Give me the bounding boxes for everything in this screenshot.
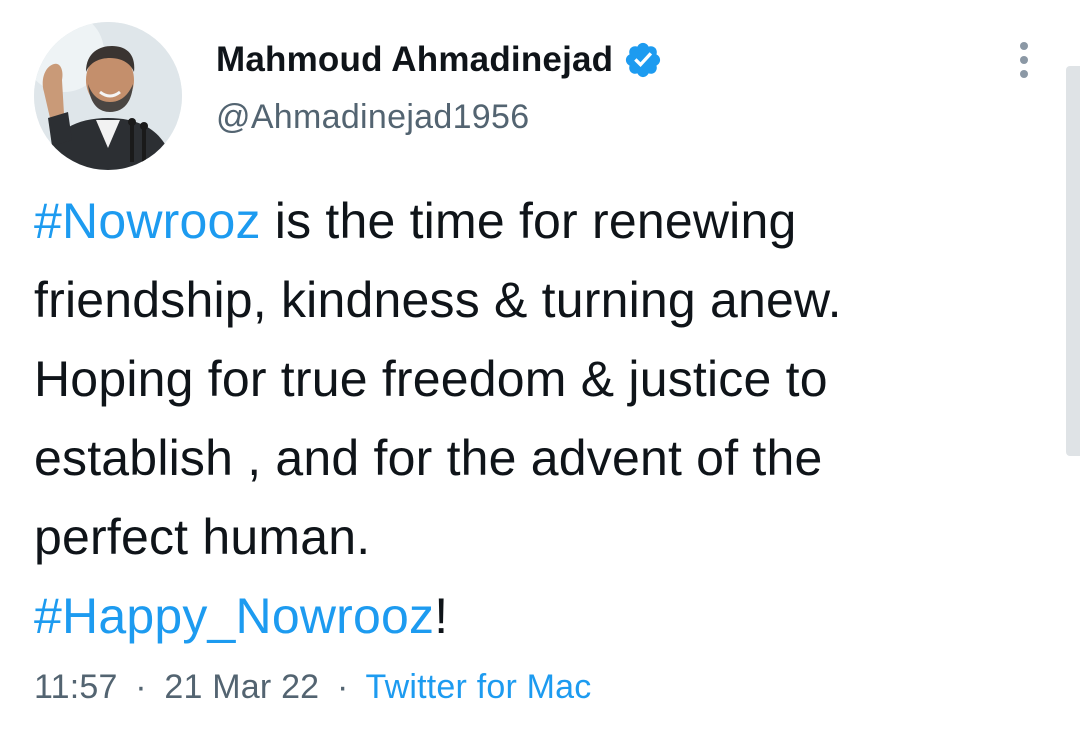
tweet-text-line: #Nowrooz is the time for renewing	[34, 182, 1044, 261]
tweet-text-segment: establish , and for the advent of the	[34, 430, 823, 486]
tweet-metadata: 11:57 · 21 Mar 22 · Twitter for Mac	[34, 668, 591, 707]
author-display-name[interactable]: Mahmoud Ahmadinejad	[216, 40, 613, 80]
more-options-icon[interactable]	[1010, 38, 1038, 82]
meta-separator: ·	[336, 668, 349, 706]
tweet-source-link[interactable]: Twitter for Mac	[366, 668, 592, 706]
scrollbar[interactable]	[1066, 66, 1080, 456]
hashtag-link[interactable]: #Happy_Nowrooz	[34, 588, 434, 644]
tweet-text-segment: !	[434, 588, 449, 644]
verified-badge-icon	[623, 40, 663, 80]
meta-separator: ·	[135, 668, 147, 706]
author-handle[interactable]: @Ahmadinejad1956	[216, 98, 529, 137]
profile-photo-image	[34, 22, 182, 170]
tweet-text-line: friendship, kindness & turning anew.	[34, 261, 1044, 340]
avatar[interactable]	[34, 22, 182, 170]
tweet-card: Mahmoud Ahmadinejad @Ahmadinejad1956 #No…	[0, 0, 1080, 747]
tweet-text-line: #Happy_Nowrooz!	[34, 577, 1044, 656]
tweet-text-line: Hoping for true freedom & justice to	[34, 340, 1044, 419]
tweet-time[interactable]: 11:57	[34, 668, 118, 706]
tweet-date[interactable]: 21 Mar 22	[164, 668, 319, 706]
hashtag-link[interactable]: #Nowrooz	[34, 193, 261, 249]
tweet-text-segment: friendship, kindness & turning anew.	[34, 272, 842, 328]
tweet-text-segment: is the time for renewing	[260, 193, 797, 249]
author-name-row[interactable]: Mahmoud Ahmadinejad	[216, 38, 663, 82]
tweet-text: #Nowrooz is the time for renewing friends…	[34, 182, 1044, 656]
tweet-text-line: perfect human.	[34, 498, 1044, 577]
tweet-text-line: establish , and for the advent of the	[34, 419, 1044, 498]
tweet-text-segment: Hoping for true freedom & justice to	[34, 351, 828, 407]
tweet-text-segment: perfect human.	[34, 509, 371, 565]
